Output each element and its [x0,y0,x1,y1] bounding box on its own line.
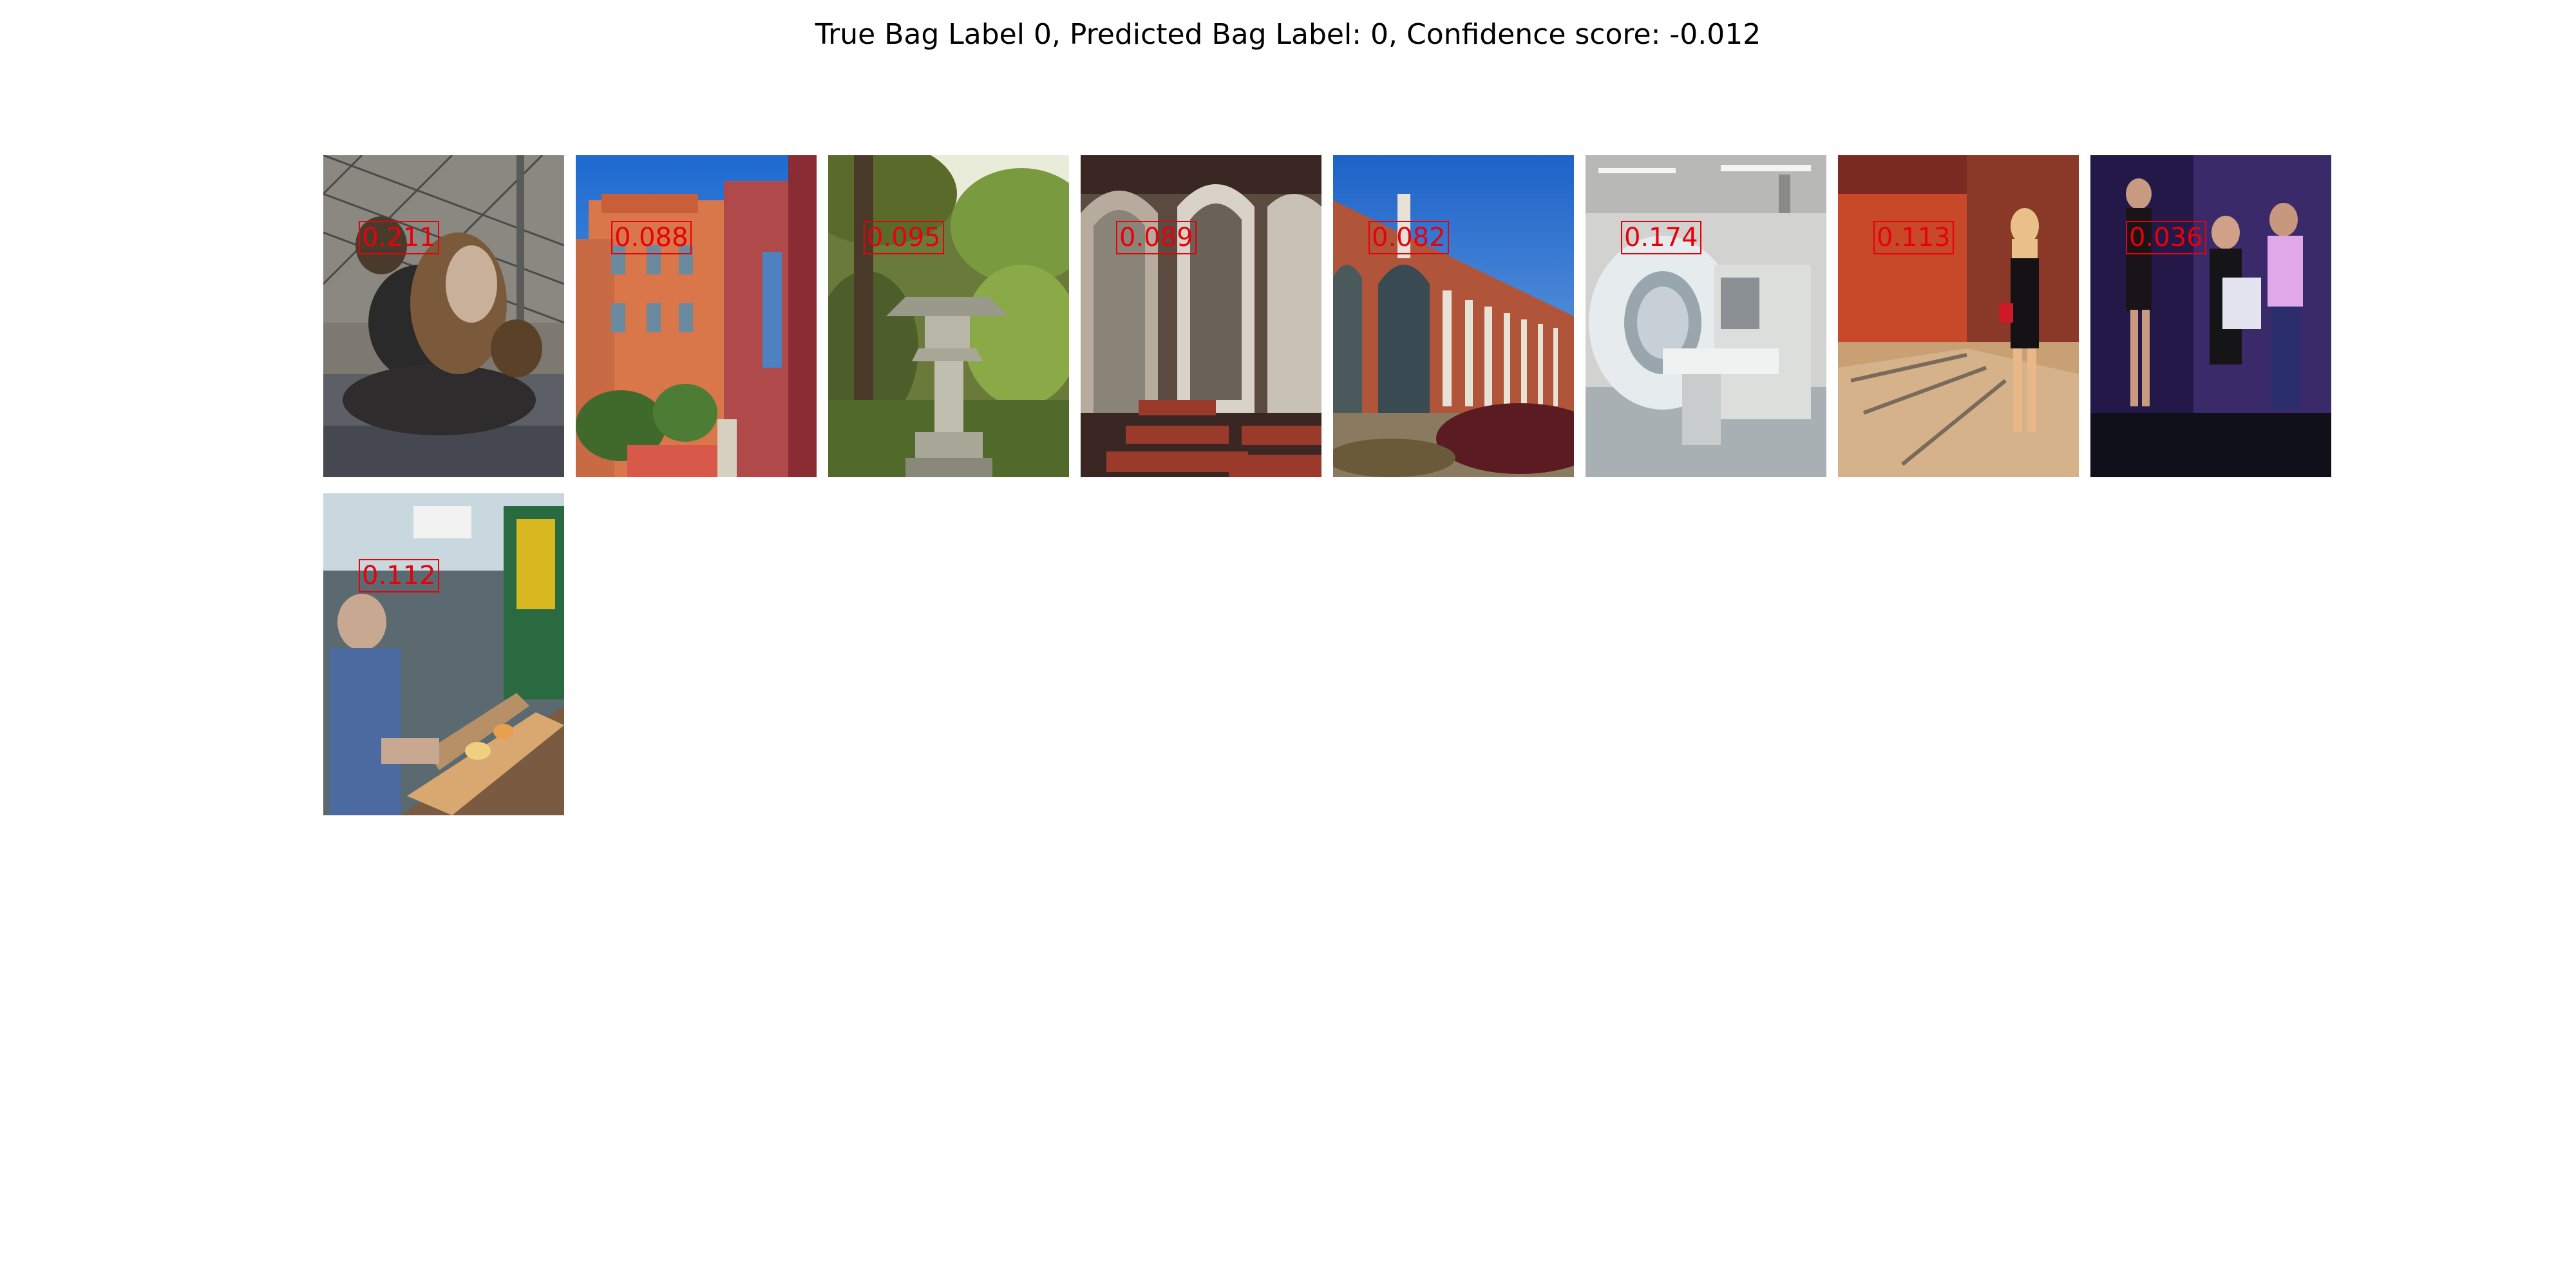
instance-tile: 0.089 [1081,155,1321,477]
pinball-arcade-photo [323,493,564,815]
instance-score: 0.082 [1368,221,1449,254]
instance-tile: 0.211 [323,155,564,477]
ct-scanner-room-photo [1586,155,1826,477]
brick-arcade-building-photo [1333,155,1574,477]
instance-tile: 0.112 [323,493,564,815]
woman-bowling-alley-photo [1838,155,2079,477]
instance-tile: 0.095 [828,155,1069,477]
instance-score: 0.036 [2126,221,2206,254]
instance-score: 0.211 [359,221,439,254]
instance-tile: 0.082 [1333,155,1574,477]
instance-tile: 0.113 [1838,155,2079,477]
instance-score: 0.088 [611,221,692,254]
people-on-stage-photo [2090,155,2331,477]
instance-score: 0.095 [864,221,944,254]
instance-score: 0.174 [1621,221,1701,254]
instance-tile: 0.088 [576,155,817,477]
instance-tile: 0.174 [1586,155,1826,477]
woman-hugging-dog-photo [323,155,564,477]
church-interior-photo [1081,155,1321,477]
colorful-street-buildings-photo [576,155,817,477]
figure-title: True Bag Label 0, Predicted Bag Label: 0… [815,18,1761,51]
instance-score: 0.089 [1116,221,1197,254]
instance-score: 0.112 [359,559,439,592]
instance-tile: 0.036 [2090,155,2331,477]
stone-lantern-garden-photo [828,155,1069,477]
instance-score: 0.113 [1873,221,1954,254]
